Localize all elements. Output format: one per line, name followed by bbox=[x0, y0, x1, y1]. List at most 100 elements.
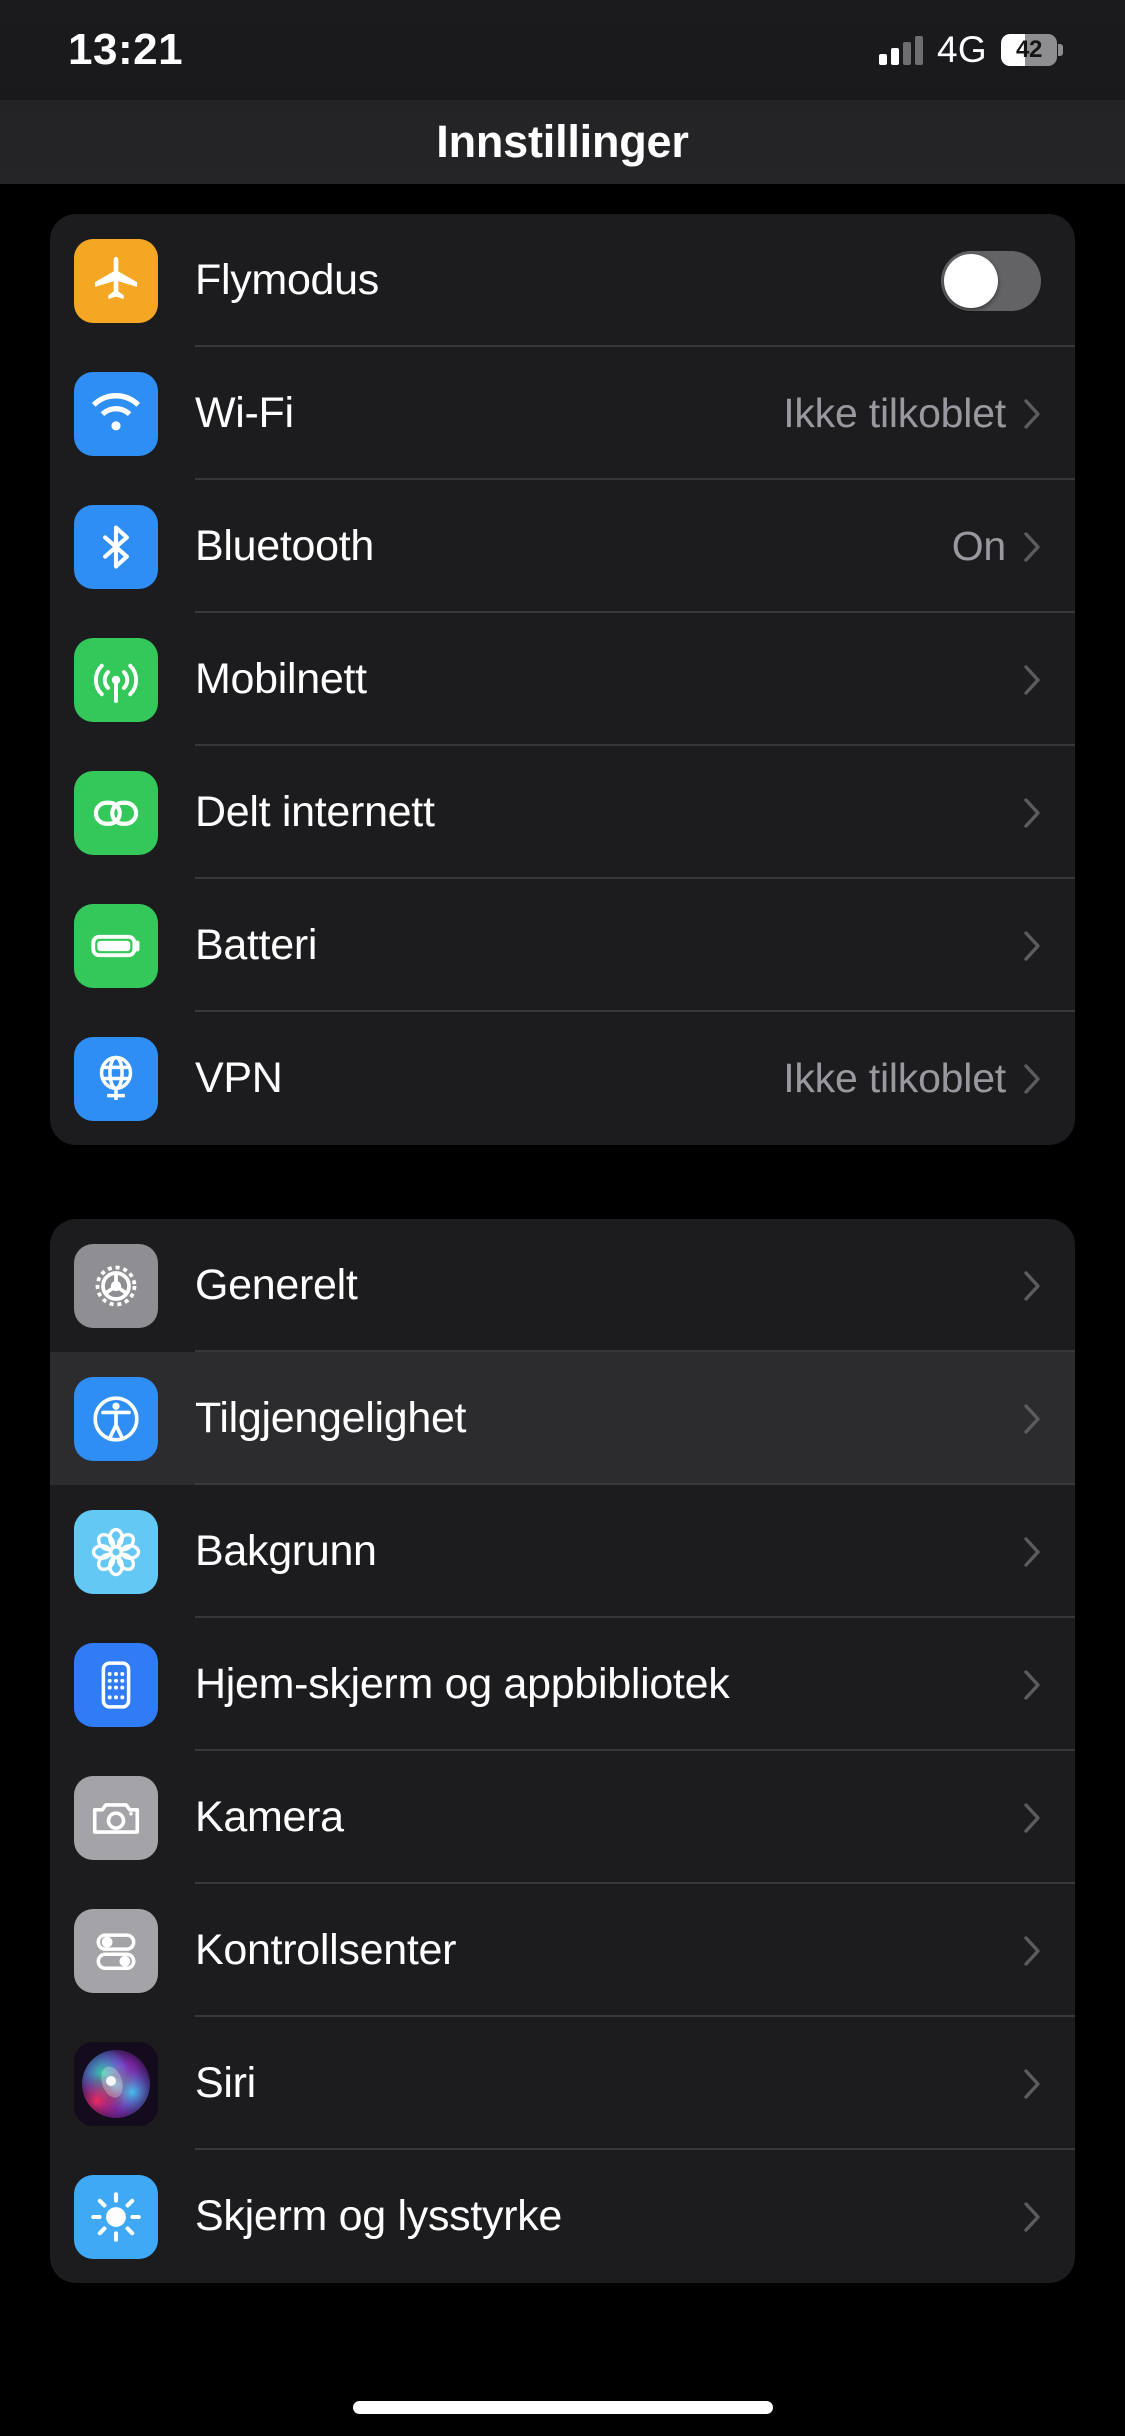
settings-row-generelt[interactable]: Generelt bbox=[50, 1219, 1075, 1352]
row-content: Hjem-skjerm og appbibliotek bbox=[195, 1618, 1075, 1751]
row-label: Delt internett bbox=[195, 788, 435, 837]
row-content: Tilgjengelighet bbox=[195, 1352, 1075, 1485]
gear-icon bbox=[74, 1244, 158, 1328]
row-trailing bbox=[1024, 665, 1041, 695]
row-label: Flymodus bbox=[195, 256, 379, 305]
settings-row-tilgjengelighet[interactable]: Tilgjengelighet bbox=[50, 1352, 1075, 1485]
row-label: Bakgrunn bbox=[195, 1527, 377, 1576]
row-trailing bbox=[1024, 931, 1041, 961]
status-bar-clock: 13:21 bbox=[68, 28, 183, 72]
row-label: Wi-Fi bbox=[195, 389, 294, 438]
row-label: Kontrollsenter bbox=[195, 1926, 456, 1975]
row-trailing: On bbox=[952, 523, 1041, 570]
chevron-right-icon bbox=[1024, 1404, 1041, 1434]
row-content: Bluetooth On bbox=[195, 480, 1075, 613]
row-trailing bbox=[1024, 1271, 1041, 1301]
battery-percent-label: 42 bbox=[1001, 34, 1057, 66]
settings-row-batteri[interactable]: Batteri bbox=[50, 879, 1075, 1012]
settings-row-hjem-skjerm-og-appbibliotek[interactable]: Hjem-skjerm og appbibliotek bbox=[50, 1618, 1075, 1751]
status-bar-indicators: 4G 42 bbox=[879, 29, 1063, 71]
home-indicator bbox=[353, 2401, 773, 2414]
row-content: Wi-Fi Ikke tilkoblet bbox=[195, 347, 1075, 480]
brightness-icon bbox=[74, 2175, 158, 2259]
battery-icon: 42 bbox=[1001, 34, 1063, 66]
status-bar: 13:21 4G 42 bbox=[0, 0, 1125, 100]
row-value: On bbox=[952, 523, 1006, 570]
cellular-icon bbox=[74, 638, 158, 722]
hotspot-icon bbox=[74, 771, 158, 855]
settings-row-kontrollsenter[interactable]: Kontrollsenter bbox=[50, 1884, 1075, 2017]
row-content: Batteri bbox=[195, 879, 1075, 1012]
chevron-right-icon bbox=[1024, 1271, 1041, 1301]
row-label: VPN bbox=[195, 1054, 283, 1103]
settings-group-system: Generelt Tilgjengelighet Bakgrunn Hjem-sk… bbox=[50, 1219, 1075, 2283]
chevron-right-icon bbox=[1024, 798, 1041, 828]
chevron-right-icon bbox=[1024, 399, 1041, 429]
row-label: Batteri bbox=[195, 921, 317, 970]
row-trailing: Ikke tilkoblet bbox=[783, 1055, 1041, 1102]
settings-row-skjerm-og-lysstyrke[interactable]: Skjerm og lysstyrke bbox=[50, 2150, 1075, 2283]
row-content: Flymodus bbox=[195, 214, 1075, 347]
row-value: Ikke tilkoblet bbox=[783, 1055, 1006, 1102]
row-content: Bakgrunn bbox=[195, 1485, 1075, 1618]
row-label: Siri bbox=[195, 2059, 256, 2108]
settings-row-wi-fi[interactable]: Wi-Fi Ikke tilkoblet bbox=[50, 347, 1075, 480]
bluetooth-icon bbox=[74, 505, 158, 589]
settings-row-flymodus[interactable]: Flymodus bbox=[50, 214, 1075, 347]
row-content: Generelt bbox=[195, 1219, 1075, 1352]
chevron-right-icon bbox=[1024, 1670, 1041, 1700]
iphone-screen: 13:21 4G 42 Innstillinger Flymodus Wi-Fi I… bbox=[0, 0, 1125, 2436]
row-trailing bbox=[1024, 1670, 1041, 1700]
row-value: Ikke tilkoblet bbox=[783, 390, 1006, 437]
wallpaper-icon bbox=[74, 1510, 158, 1594]
row-content: Skjerm og lysstyrke bbox=[195, 2150, 1075, 2283]
chevron-right-icon bbox=[1024, 665, 1041, 695]
row-content: Kontrollsenter bbox=[195, 1884, 1075, 2017]
row-label: Mobilnett bbox=[195, 655, 367, 704]
cellular-signal-icon bbox=[879, 35, 923, 65]
row-trailing bbox=[1024, 2202, 1041, 2232]
home-screen-icon bbox=[74, 1643, 158, 1727]
settings-row-bluetooth[interactable]: Bluetooth On bbox=[50, 480, 1075, 613]
battery-icon bbox=[74, 904, 158, 988]
row-trailing bbox=[1024, 1537, 1041, 1567]
network-type-label: 4G bbox=[937, 29, 987, 71]
settings-row-kamera[interactable]: Kamera bbox=[50, 1751, 1075, 1884]
chevron-right-icon bbox=[1024, 1803, 1041, 1833]
airplane-icon bbox=[74, 239, 158, 323]
row-content: Mobilnett bbox=[195, 613, 1075, 746]
chevron-right-icon bbox=[1024, 931, 1041, 961]
row-trailing bbox=[1024, 1936, 1041, 1966]
toggle-switch[interactable] bbox=[941, 251, 1041, 311]
chevron-right-icon bbox=[1024, 2069, 1041, 2099]
row-trailing bbox=[1024, 1404, 1041, 1434]
row-trailing bbox=[941, 251, 1041, 311]
row-label: Generelt bbox=[195, 1261, 358, 1310]
row-trailing bbox=[1024, 798, 1041, 828]
vpn-globe-icon bbox=[74, 1037, 158, 1121]
chevron-right-icon bbox=[1024, 532, 1041, 562]
settings-row-siri[interactable]: Siri bbox=[50, 2017, 1075, 2150]
page-title: Innstillinger bbox=[436, 116, 688, 168]
settings-row-vpn[interactable]: VPN Ikke tilkoblet bbox=[50, 1012, 1075, 1145]
settings-row-delt-internett[interactable]: Delt internett bbox=[50, 746, 1075, 879]
chevron-right-icon bbox=[1024, 1064, 1041, 1094]
row-content: Delt internett bbox=[195, 746, 1075, 879]
chevron-right-icon bbox=[1024, 1936, 1041, 1966]
row-content: Kamera bbox=[195, 1751, 1075, 1884]
row-label: Tilgjengelighet bbox=[195, 1394, 466, 1443]
row-content: VPN Ikke tilkoblet bbox=[195, 1012, 1075, 1145]
settings-row-bakgrunn[interactable]: Bakgrunn bbox=[50, 1485, 1075, 1618]
siri-icon bbox=[74, 2042, 158, 2126]
settings-row-mobilnett[interactable]: Mobilnett bbox=[50, 613, 1075, 746]
row-trailing bbox=[1024, 2069, 1041, 2099]
row-label: Hjem-skjerm og appbibliotek bbox=[195, 1660, 729, 1709]
row-label: Bluetooth bbox=[195, 522, 374, 571]
chevron-right-icon bbox=[1024, 2202, 1041, 2232]
settings-list[interactable]: Flymodus Wi-Fi Ikke tilkoblet Bluetooth On Mo… bbox=[0, 184, 1125, 2436]
wifi-icon bbox=[74, 372, 158, 456]
row-content: Siri bbox=[195, 2017, 1075, 2150]
camera-icon bbox=[74, 1776, 158, 1860]
chevron-right-icon bbox=[1024, 1537, 1041, 1567]
row-trailing bbox=[1024, 1803, 1041, 1833]
